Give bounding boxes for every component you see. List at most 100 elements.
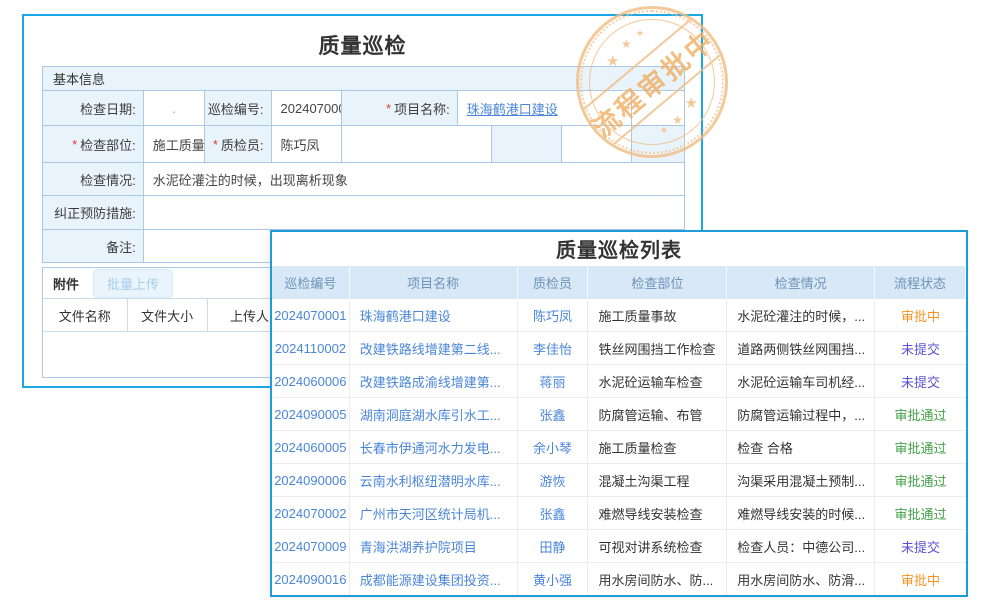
empty-cell xyxy=(342,126,492,163)
inspection-part-cell: 用水房间防水、防... xyxy=(588,563,727,595)
inspector-cell: 黄小强 xyxy=(518,563,589,595)
inspection-table: 巡检编号 项目名称 质检员 检查部位 检查情况 流程状态 2024070001 … xyxy=(272,266,966,596)
inspection-id-cell: 2024090006 xyxy=(272,464,350,496)
inspector-cell: 陈巧凤 xyxy=(518,299,589,331)
status-badge: 审批通过 xyxy=(875,464,966,496)
table-row[interactable]: 2024090016 成都能源建设集团投资... 黄小强 用水房间防水、防...… xyxy=(272,563,966,596)
inspector-link[interactable]: 张鑫 xyxy=(540,405,566,424)
project-name-link[interactable]: 湖南洞庭湖水库引水工... xyxy=(360,405,501,424)
inspection-id-link[interactable]: 2024090005 xyxy=(274,407,346,422)
situation-label: 检查情况: xyxy=(43,163,144,196)
inspection-id-link[interactable]: 2024070002 xyxy=(274,506,346,521)
inspection-part-cell: 难燃导线安装检查 xyxy=(588,497,727,529)
table-row[interactable]: 2024070001 珠海鹤港口建设 陈巧凤 施工质量事故 水泥砼灌注的时候，.… xyxy=(272,299,966,332)
inspection-situation-cell: 防腐管运输过程中，... xyxy=(727,398,875,430)
inspection-id-cell: 2024110002 xyxy=(272,332,350,364)
col-header-project: 项目名称 xyxy=(350,266,518,299)
inspection-id-cell: 2024070009 xyxy=(272,530,350,562)
status-badge: 审批中 xyxy=(875,563,966,595)
project-name-cell: 改建铁路成渝线增建第... xyxy=(350,365,518,397)
inspector-link[interactable]: 蒋丽 xyxy=(540,372,566,391)
project-name-link[interactable]: 青海洪湖养护院项目 xyxy=(360,537,477,556)
empty-cell xyxy=(562,126,631,163)
inspector-cell: 田静 xyxy=(518,530,589,562)
inspector-link[interactable]: 李佳怡 xyxy=(533,339,572,358)
project-name-link[interactable]: 珠海鹤港口建设 xyxy=(360,306,451,325)
project-name-cell: 云南水利枢纽潜明水库... xyxy=(350,464,518,496)
project-name-cell: 广州市天河区统计局机... xyxy=(350,497,518,529)
project-name-link[interactable]: 改建铁路成渝线增建第... xyxy=(360,372,501,391)
project-name-cell: 湖南洞庭湖水库引水工... xyxy=(350,398,518,430)
table-row[interactable]: 2024070002 广州市天河区统计局机... 张鑫 难燃导线安装检查 难燃导… xyxy=(272,497,966,530)
project-label: *项目名称: xyxy=(342,91,458,126)
part-label: *检查部位: xyxy=(43,126,144,163)
table-row[interactable]: 2024070009 青海洪湖养护院项目 田静 可视对讲系统检查 检查人员：中德… xyxy=(272,530,966,563)
file-name-header: 文件名称 xyxy=(43,299,128,331)
status-badge: 审批通过 xyxy=(875,398,966,430)
list-title: 质量巡检列表 xyxy=(272,232,966,266)
list-table-header: 巡检编号 项目名称 质检员 检查部位 检查情况 流程状态 xyxy=(272,266,966,299)
project-name-cell: 珠海鹤港口建设 xyxy=(350,299,518,331)
inspection-id-cell: 2024060006 xyxy=(272,365,350,397)
inspection-id-link[interactable]: 2024060006 xyxy=(274,374,346,389)
inspector-link[interactable]: 游恢 xyxy=(540,471,566,490)
project-name-cell: 青海洪湖养护院项目 xyxy=(350,530,518,562)
inspection-part-cell: 铁丝网围挡工作检查 xyxy=(588,332,727,364)
table-row[interactable]: 2024110002 改建铁路线增建第二线... 李佳怡 铁丝网围挡工作检查 道… xyxy=(272,332,966,365)
inspection-situation-cell: 检查 合格 xyxy=(727,431,875,463)
form-title: 质量巡检 xyxy=(24,30,701,60)
list-table-body: 2024070001 珠海鹤港口建设 陈巧凤 施工质量事故 水泥砼灌注的时候，.… xyxy=(272,299,966,596)
col-header-id: 巡检编号 xyxy=(272,266,350,299)
inspection-id-link[interactable]: 2024070009 xyxy=(274,539,346,554)
inspection-id-link[interactable]: 2024060005 xyxy=(274,440,346,455)
inspection-id-link[interactable]: 2024110002 xyxy=(275,341,346,356)
section-header: 基本信息 xyxy=(43,67,685,91)
inspection-id-cell: 2024090005 xyxy=(272,398,350,430)
batch-upload-button[interactable]: 批量上传 xyxy=(93,269,173,298)
status-badge: 审批通过 xyxy=(875,497,966,529)
inspector-cell: 蒋丽 xyxy=(518,365,589,397)
inspection-id-link[interactable]: 2024090006 xyxy=(274,473,346,488)
project-name-link[interactable]: 改建铁路线增建第二线... xyxy=(360,339,501,358)
table-row[interactable]: 2024090006 云南水利枢纽潜明水库... 游恢 混凝土沟渠工程 沟渠采用… xyxy=(272,464,966,497)
col-header-status: 流程状态 xyxy=(875,266,966,299)
inspection-part-cell: 防腐管运输、布管 xyxy=(588,398,727,430)
inspector-link[interactable]: 黄小强 xyxy=(533,570,572,589)
empty-cell xyxy=(632,91,685,126)
inspector-link[interactable]: 张鑫 xyxy=(540,504,566,523)
project-name-link[interactable]: 广州市天河区统计局机... xyxy=(360,504,501,523)
inspection-id-link[interactable]: 2024070001 xyxy=(274,308,346,323)
status-badge: 审批中 xyxy=(875,299,966,331)
part-field: 施工质量事 xyxy=(144,126,206,163)
inspection-situation-cell: 沟渠采用混凝土预制... xyxy=(727,464,875,496)
measures-label: 纠正预防措施: xyxy=(43,196,144,230)
number-label: 巡检编号: xyxy=(205,91,271,126)
project-name-link[interactable]: 长春市伊通河水力发电... xyxy=(360,438,501,457)
status-badge: 未提交 xyxy=(875,332,966,364)
inspector-field: 陈巧凤 xyxy=(272,126,343,163)
inspector-link[interactable]: 陈巧凤 xyxy=(533,306,572,325)
project-name-link[interactable]: 云南水利枢纽潜明水库... xyxy=(360,471,501,490)
project-name-link[interactable]: 成都能源建设集团投资... xyxy=(360,570,501,589)
col-header-situation: 检查情况 xyxy=(727,266,875,299)
col-header-inspector: 质检员 xyxy=(518,266,589,299)
table-row[interactable]: 2024060005 长春市伊通河水力发电... 余小琴 施工质量检查 检查 合… xyxy=(272,431,966,464)
number-field: 202407000 xyxy=(272,91,343,126)
project-name-cell: 改建铁路线增建第二线... xyxy=(350,332,518,364)
project-link[interactable]: 珠海鹤港口建设 xyxy=(467,99,558,118)
situation-field: 水泥砼灌注的时候，出现离析现象 xyxy=(144,163,685,196)
inspector-cell: 张鑫 xyxy=(518,398,589,430)
inspector-label: *质检员: xyxy=(205,126,271,163)
inspection-id-link[interactable]: 2024090016 xyxy=(274,572,346,587)
table-row[interactable]: 2024060006 改建铁路成渝线增建第... 蒋丽 水泥砼运输车检查 水泥砼… xyxy=(272,365,966,398)
screen: 质量巡检 基本信息 检查日期: . 巡检编号: 202407000 *项目名称:… xyxy=(0,0,1000,600)
inspector-link[interactable]: 田静 xyxy=(540,537,566,556)
date-label: 检查日期: xyxy=(43,91,144,126)
inspector-link[interactable]: 余小琴 xyxy=(533,438,572,457)
inspection-part-cell: 可视对讲系统检查 xyxy=(588,530,727,562)
inspection-id-cell: 2024090016 xyxy=(272,563,350,595)
inspector-cell: 余小琴 xyxy=(518,431,589,463)
inspection-situation-cell: 检查人员：中德公司... xyxy=(727,530,875,562)
table-row[interactable]: 2024090005 湖南洞庭湖水库引水工... 张鑫 防腐管运输、布管 防腐管… xyxy=(272,398,966,431)
inspector-cell: 游恢 xyxy=(518,464,589,496)
